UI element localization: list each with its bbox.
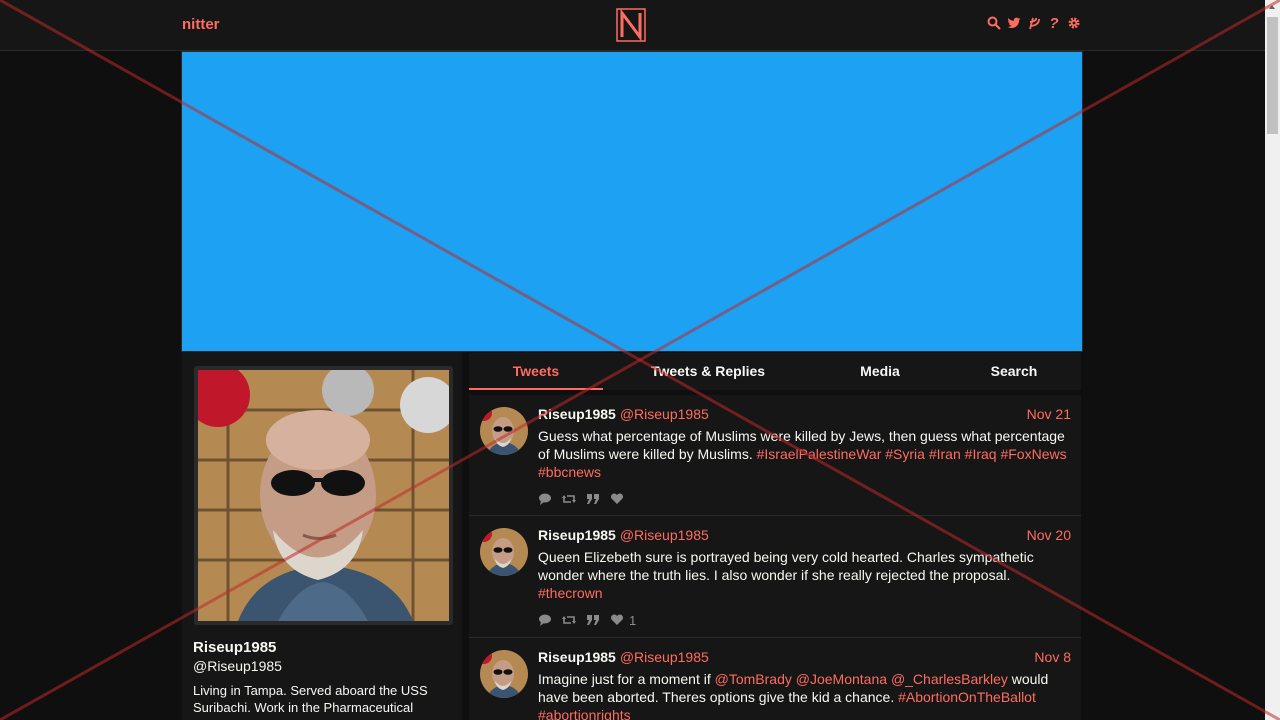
scroll-up-arrow[interactable] <box>1265 0 1280 15</box>
profile-handle[interactable]: @Riseup1985 <box>193 658 282 674</box>
profile-card: Riseup1985 @Riseup1985 Living in Tampa. … <box>182 352 462 720</box>
scroll-thumb[interactable] <box>1267 17 1278 134</box>
tweet-avatar[interactable] <box>480 407 528 455</box>
brand-link[interactable]: nitter <box>182 16 220 33</box>
tweet-stats <box>538 490 1071 518</box>
tweet-content: Queen Elizebeth sure is portrayed being … <box>538 548 1071 602</box>
help-icon[interactable]: ? <box>1047 15 1061 32</box>
hashtag-link[interactable]: #thecrown <box>538 585 603 601</box>
tweet[interactable]: Riseup1985 @Riseup1985 Nov 21 Guess what … <box>469 395 1081 516</box>
retweet-icon[interactable] <box>562 613 576 627</box>
tweet-date[interactable]: Nov 20 <box>1027 527 1071 543</box>
hashtag-link[interactable]: #FoxNews <box>1000 446 1066 462</box>
rss-icon[interactable] <box>1027 15 1041 31</box>
timeline: Riseup1985 @Riseup1985 Nov 21 Guess what … <box>469 395 1081 720</box>
hashtag-link[interactable]: #IsraelPalestineWar <box>757 446 882 462</box>
bio-line: Living in Tampa. Served aboard the USS <box>193 683 428 698</box>
profile-avatar[interactable] <box>194 366 453 625</box>
tab-search[interactable]: Search <box>974 353 1054 388</box>
tab-media[interactable]: Media <box>839 353 921 388</box>
hashtag-link[interactable]: #Syria <box>885 446 925 462</box>
page-scrollbar[interactable] <box>1265 0 1280 720</box>
mention-link[interactable]: @_CharlesBarkley <box>891 671 1008 687</box>
tweet-content: Imagine just for a moment if @TomBrady @… <box>538 670 1071 720</box>
like-icon[interactable] <box>610 492 629 506</box>
nav-icons: ? <box>987 15 1081 32</box>
hashtag-link[interactable]: #bbcnews <box>538 464 601 480</box>
tweet-username[interactable]: @Riseup1985 <box>620 406 709 422</box>
tweet-stats: 1 <box>538 611 1071 639</box>
tweet-text: Queen Elizebeth sure is portrayed being … <box>538 549 1034 583</box>
tweet-fullname[interactable]: Riseup1985 <box>538 649 616 665</box>
hashtag-link[interactable]: #Iraq <box>965 446 997 462</box>
like-icon[interactable]: 1 <box>610 613 636 628</box>
tweet-fullname[interactable]: Riseup1985 <box>538 406 616 422</box>
tweet-content: Guess what percentage of Muslims were ki… <box>538 427 1071 481</box>
tab-tweets[interactable]: Tweets <box>469 353 603 390</box>
reply-icon[interactable] <box>538 613 552 627</box>
profile-bio: Living in Tampa. Served aboard the USS S… <box>193 682 458 716</box>
profile-banner[interactable] <box>181 51 1083 352</box>
tweet[interactable]: Riseup1985 @Riseup1985 Nov 20 Queen Elize… <box>469 516 1081 638</box>
tweet-avatar[interactable] <box>480 650 528 698</box>
mention-link[interactable]: @JoeMontana <box>796 671 887 687</box>
tweet[interactable]: Riseup1985 @Riseup1985 Nov 8 Imagine just… <box>469 638 1081 720</box>
reply-icon[interactable] <box>538 492 552 506</box>
bio-line: Suribachi. Work in the Pharmaceutical <box>193 700 414 715</box>
quote-icon[interactable] <box>586 492 600 506</box>
tweet-username[interactable]: @Riseup1985 <box>620 649 709 665</box>
mention-link[interactable]: @TomBrady <box>715 671 792 687</box>
nitter-logo[interactable] <box>616 8 646 42</box>
tweet-avatar[interactable] <box>480 528 528 576</box>
tweet-date[interactable]: Nov 8 <box>1034 649 1071 665</box>
like-count: 1 <box>629 612 637 628</box>
hashtag-link[interactable]: #abortionrights <box>538 707 631 720</box>
tweet-fullname[interactable]: Riseup1985 <box>538 527 616 543</box>
tweet-date[interactable]: Nov 21 <box>1027 406 1071 422</box>
hashtag-link[interactable]: #AbortionOnTheBallot <box>898 689 1036 705</box>
tweet-username[interactable]: @Riseup1985 <box>620 527 709 543</box>
profile-name[interactable]: Riseup1985 <box>193 639 276 656</box>
timeline-tabs: Tweets Tweets & Replies Media Search <box>469 353 1081 390</box>
navbar: nitter ? <box>0 0 1265 51</box>
gear-icon[interactable] <box>1067 15 1081 31</box>
tab-tweets-and-replies[interactable]: Tweets & Replies <box>629 353 787 388</box>
search-icon[interactable] <box>987 15 1001 31</box>
retweet-icon[interactable] <box>562 492 576 506</box>
hashtag-link[interactable]: #Iran <box>929 446 961 462</box>
quote-icon[interactable] <box>586 613 600 627</box>
twitter-bird-icon[interactable] <box>1007 15 1021 31</box>
tweet-text: Imagine just for a moment if <box>538 671 711 687</box>
avatar-photo <box>198 370 449 621</box>
